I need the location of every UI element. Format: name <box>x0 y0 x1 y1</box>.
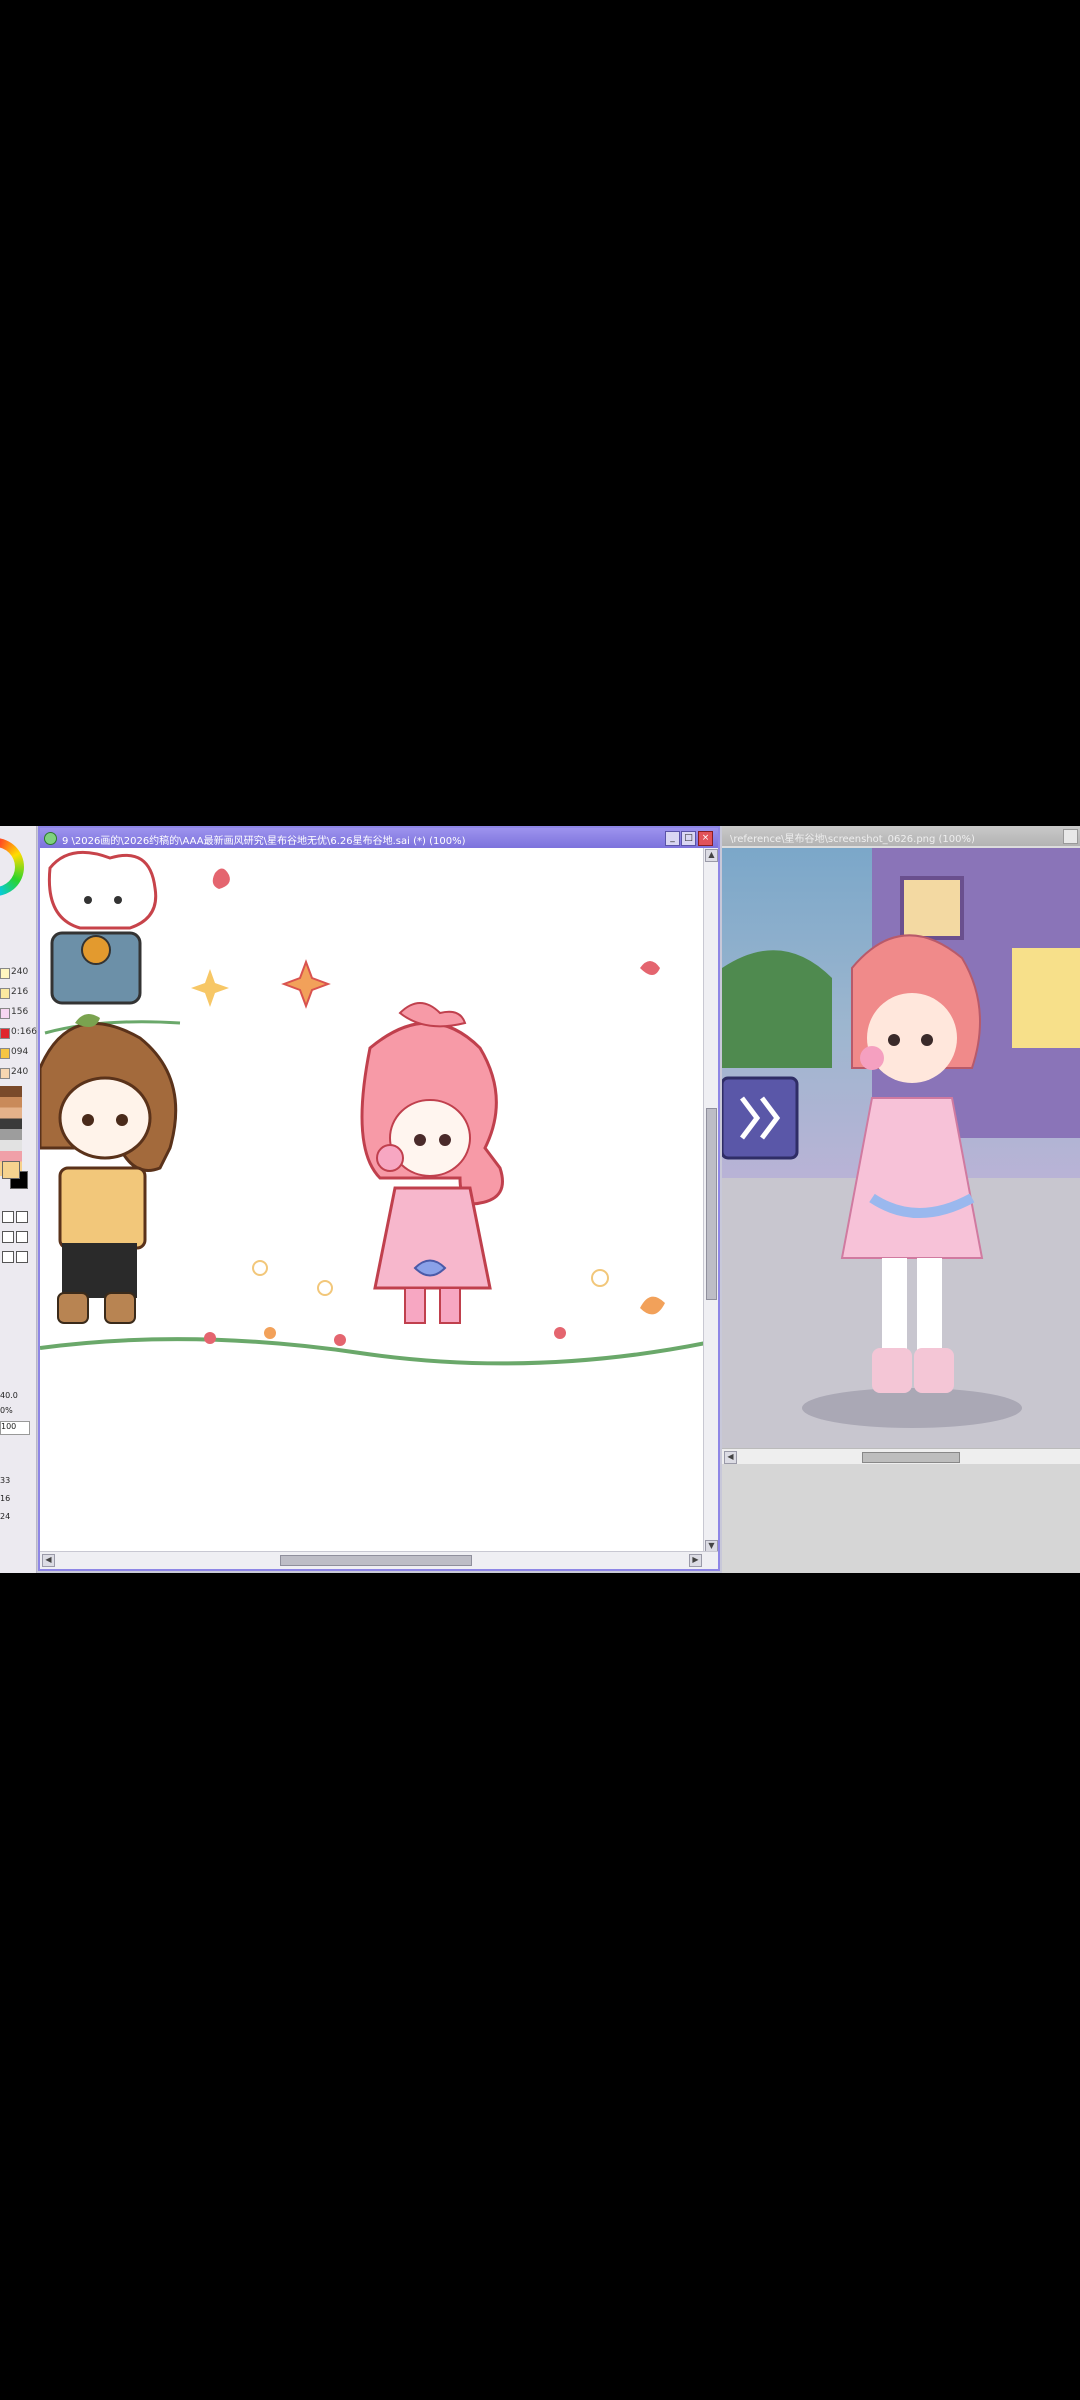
canvas-window-title: 9 \2026画的\2026约稿的\AAA最新画风研究\星布谷地无优\6.26星… <box>62 836 466 847</box>
foreground-background-colors[interactable] <box>2 1161 28 1195</box>
scroll-up-arrow-icon[interactable]: ▲ <box>705 849 718 862</box>
screen-recording-frame: 240 216 156 0:166 094 240 40.0 0% 100 33… <box>0 826 1080 1573</box>
scroll-right-arrow-icon[interactable]: ▶ <box>689 1554 702 1567</box>
color-value-6: 240 <box>11 1067 29 1077</box>
color-value-2: 216 <box>11 987 29 997</box>
color-slider-6[interactable]: 240 <box>0 1066 36 1080</box>
foreground-color-swatch[interactable] <box>2 1161 20 1179</box>
reference-window: \reference\星布谷地\screenshot_0626.png (100… <box>722 826 1080 1573</box>
reference-window-titlebar[interactable]: \reference\星布谷地\screenshot_0626.png (100… <box>722 826 1080 846</box>
color-slider-3[interactable]: 156 <box>0 1006 36 1020</box>
color-slider-1[interactable]: 240 <box>0 966 36 980</box>
eraser-tool-icon[interactable] <box>16 1211 28 1223</box>
bucket-tool-icon[interactable] <box>2 1251 14 1263</box>
close-button[interactable]: × <box>698 831 713 846</box>
reference-photo[interactable] <box>722 848 1080 1448</box>
grass-and-flowers <box>40 1260 706 1366</box>
reference-scene-image <box>722 848 1080 1448</box>
scroll-left-arrow-icon[interactable]: ◀ <box>42 1554 55 1567</box>
canvas-window-titlebar[interactable]: 9 \2026画的\2026约稿的\AAA最新画风研究\星布谷地无优\6.26星… <box>40 828 718 848</box>
document-icon <box>44 832 57 845</box>
canvas-window: 9 \2026画的\2026约稿的\AAA最新画风研究\星布谷地无优\6.26星… <box>38 826 720 1571</box>
vertical-scroll-thumb[interactable] <box>706 1108 717 1300</box>
minimize-button[interactable]: _ <box>665 831 680 846</box>
brush-tool-icon[interactable] <box>2 1231 14 1243</box>
tool-panel: 240 216 156 0:166 094 240 40.0 0% 100 33… <box>0 826 37 1573</box>
color-slider-2[interactable]: 216 <box>0 986 36 1000</box>
opacity-value[interactable]: 100 <box>0 1421 30 1435</box>
brush-param-2[interactable]: 16 <box>0 1494 34 1506</box>
pink-hair-character-drawing <box>281 959 665 1324</box>
horizontal-scroll-thumb[interactable] <box>280 1555 472 1566</box>
color-value-5: 094 <box>11 1047 29 1057</box>
reference-minimize-button[interactable] <box>1063 829 1078 844</box>
pen-tool-icon[interactable] <box>2 1211 14 1223</box>
watercolor-tool-icon[interactable] <box>16 1251 28 1263</box>
reference-window-title: \reference\星布谷地\screenshot_0626.png (100… <box>730 834 975 845</box>
brush-min-size: 0% <box>0 1406 13 1415</box>
canvas-horizontal-scrollbar[interactable]: ◀ ▶ <box>40 1551 718 1569</box>
maximize-button[interactable]: □ <box>681 831 696 846</box>
drawing-canvas[interactable] <box>40 848 706 1554</box>
reference-horizontal-scrollbar[interactable]: ◀ <box>722 1448 1080 1465</box>
brush-param-3[interactable]: 24 <box>0 1512 34 1524</box>
canvas-vertical-scrollbar[interactable]: ▲ ▼ <box>703 848 718 1554</box>
color-slider-4[interactable]: 0:166 <box>0 1026 37 1040</box>
color-value-1: 240 <box>11 967 29 977</box>
color-slider-5[interactable]: 094 <box>0 1046 36 1060</box>
reference-empty-area <box>722 1464 1080 1573</box>
color-value-3: 156 <box>11 1007 29 1017</box>
color-value-4: 0:166 <box>11 1027 37 1037</box>
color-wheel[interactable] <box>0 838 24 896</box>
small-character-drawing <box>44 850 230 1035</box>
canvas-artwork <box>40 850 706 1366</box>
reference-scroll-left-icon[interactable]: ◀ <box>724 1451 737 1464</box>
brush-size-value[interactable]: 40.0 <box>0 1391 34 1403</box>
reference-scroll-thumb[interactable] <box>862 1452 960 1463</box>
selection-tool-icon[interactable] <box>16 1231 28 1243</box>
brush-param-1[interactable]: 33 <box>0 1476 34 1488</box>
brown-hair-character-drawing <box>40 1014 178 1324</box>
